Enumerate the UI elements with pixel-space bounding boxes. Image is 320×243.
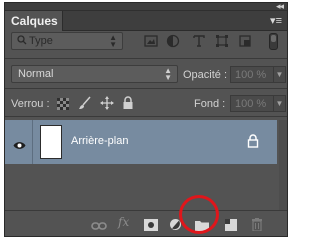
layer-name: Arrière-plan	[71, 135, 129, 147]
adjustment-layer-filter-icon[interactable]	[166, 34, 180, 48]
opacity-field[interactable]: 100 %	[230, 66, 274, 83]
layer-row[interactable]: Arrière-plan	[5, 120, 277, 164]
fx-icon[interactable]: fx	[118, 215, 129, 229]
lock-label: Verrou :	[11, 98, 50, 110]
opacity-value: 100 %	[235, 69, 267, 81]
layers-bottom-bar: fx	[5, 210, 287, 236]
tab-label: Calques	[11, 14, 58, 28]
filter-toggle-switch[interactable]	[269, 33, 278, 50]
lock-pixels-icon[interactable]	[78, 96, 92, 110]
pixel-layer-filter-icon[interactable]	[144, 34, 158, 48]
mask-icon[interactable]	[144, 218, 158, 232]
layers-panel: ◂◂ Calques ▾≡ Type ▲ ▼ Normal ▲ ▼ Opacité …	[4, 1, 288, 237]
visibility-toggle[interactable]	[5, 120, 33, 164]
panel-top-strip: ◂◂	[5, 1, 287, 11]
lock-position-icon[interactable]	[100, 96, 114, 110]
blend-mode-select[interactable]: Normal ▲ ▼	[11, 65, 178, 83]
layers-scrollbar[interactable]	[279, 120, 287, 210]
trash-icon[interactable]	[251, 218, 265, 232]
divider	[5, 58, 287, 59]
divider	[5, 88, 287, 89]
search-icon	[17, 34, 27, 48]
filter-type-label: Type	[29, 35, 53, 47]
tab-row: Calques ▾≡	[5, 11, 287, 31]
fill-dropdown-button[interactable]: ▼	[274, 95, 286, 112]
fill-field[interactable]: 100 %	[230, 95, 274, 112]
highlight-circle	[179, 195, 219, 234]
panel-menu-icon[interactable]: ▾≡	[270, 14, 282, 27]
fill-label: Fond :	[194, 98, 226, 110]
type-layer-filter-icon[interactable]	[192, 34, 206, 48]
opacity-dropdown-button[interactable]: ▼	[274, 66, 286, 83]
smart-object-filter-icon[interactable]	[238, 34, 252, 48]
updown-icon: ▲ ▼	[109, 33, 117, 49]
tab-calques[interactable]: Calques	[5, 11, 63, 31]
lock-all-icon[interactable]	[122, 96, 136, 110]
link-icon[interactable]	[91, 218, 107, 232]
lock-transparency-icon[interactable]	[57, 97, 71, 111]
eye-icon	[13, 137, 26, 155]
blend-mode-value: Normal	[18, 68, 54, 80]
layer-thumbnail	[40, 125, 62, 159]
layer-lock-icon	[247, 134, 259, 148]
new-layer-icon[interactable]	[225, 218, 239, 232]
divider	[5, 116, 287, 117]
opacity-label: Opacité :	[183, 69, 228, 81]
layer-filter-select[interactable]: Type ▲ ▼	[11, 32, 123, 50]
updown-icon: ▲ ▼	[164, 66, 172, 82]
fill-value: 100 %	[235, 98, 267, 110]
shape-layer-filter-icon[interactable]	[215, 34, 229, 48]
